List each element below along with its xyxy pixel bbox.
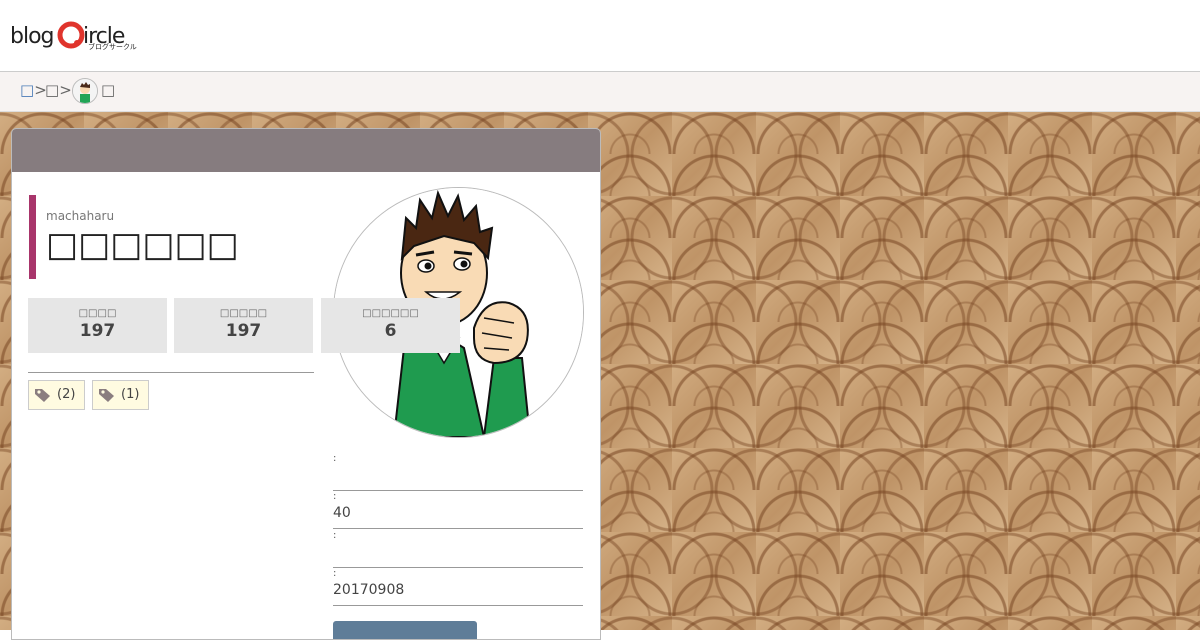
profile-field: : — [333, 453, 583, 491]
breadcrumb-item-current: □ — [101, 81, 116, 99]
logo-wordmark: blog — [10, 24, 54, 49]
stat-box[interactable]: □□□□□□ 6 — [321, 298, 460, 353]
field-value: 20170908 — [333, 582, 405, 598]
user-avatar-icon — [73, 79, 97, 103]
stat-box[interactable]: □□□□ 197 — [28, 298, 167, 353]
tag-count: (1) — [121, 387, 140, 402]
stat-label: □□□□□ — [219, 308, 268, 319]
blogcircle-logo[interactable]: blog ircle ブログサークル — [10, 19, 140, 55]
profile-field: : 20170908 — [333, 568, 583, 606]
profile-card: machaharu □□□□□□ □□□□ 197 □□□□□ 197 □□□□… — [11, 128, 601, 640]
breadcrumb-separator: > — [59, 81, 72, 99]
breadcrumb: □> □> □ — [0, 72, 1200, 112]
stat-label: □□□□□□ — [362, 308, 419, 319]
breadcrumb-item-category[interactable]: □ — [45, 81, 59, 99]
card-header — [12, 129, 600, 172]
tag-icon — [35, 389, 50, 402]
breadcrumb-item-home[interactable]: □ — [20, 81, 34, 99]
site-header: blog ircle ブログサークル — [0, 0, 1200, 72]
stat-value: 6 — [384, 321, 397, 341]
name-accent-bar — [29, 195, 36, 279]
divider — [28, 372, 314, 373]
action-button[interactable] — [333, 621, 477, 639]
field-label: : — [333, 568, 337, 579]
field-label: : — [333, 530, 337, 541]
breadcrumb-avatar[interactable] — [72, 78, 98, 104]
stat-label: □□□□ — [78, 308, 117, 319]
tag-chip[interactable]: (1) — [92, 380, 149, 410]
tag-chip[interactable]: (2) — [28, 380, 85, 410]
stat-box[interactable]: □□□□□ 197 — [174, 298, 313, 353]
field-label: : — [333, 491, 337, 502]
tag-count: (2) — [57, 387, 76, 402]
logo-subtitle: ブログサークル — [88, 43, 137, 51]
field-label: : — [333, 453, 337, 464]
profile-field: : — [333, 530, 583, 568]
tag-icon — [99, 389, 114, 402]
stat-value: 197 — [225, 321, 262, 341]
field-value: 40 — [333, 505, 351, 521]
user-id: machaharu — [46, 209, 115, 223]
profile-field: : 40 — [333, 491, 583, 529]
stat-value: 197 — [79, 321, 116, 341]
blog-title[interactable]: □□□□□□ — [46, 225, 239, 265]
